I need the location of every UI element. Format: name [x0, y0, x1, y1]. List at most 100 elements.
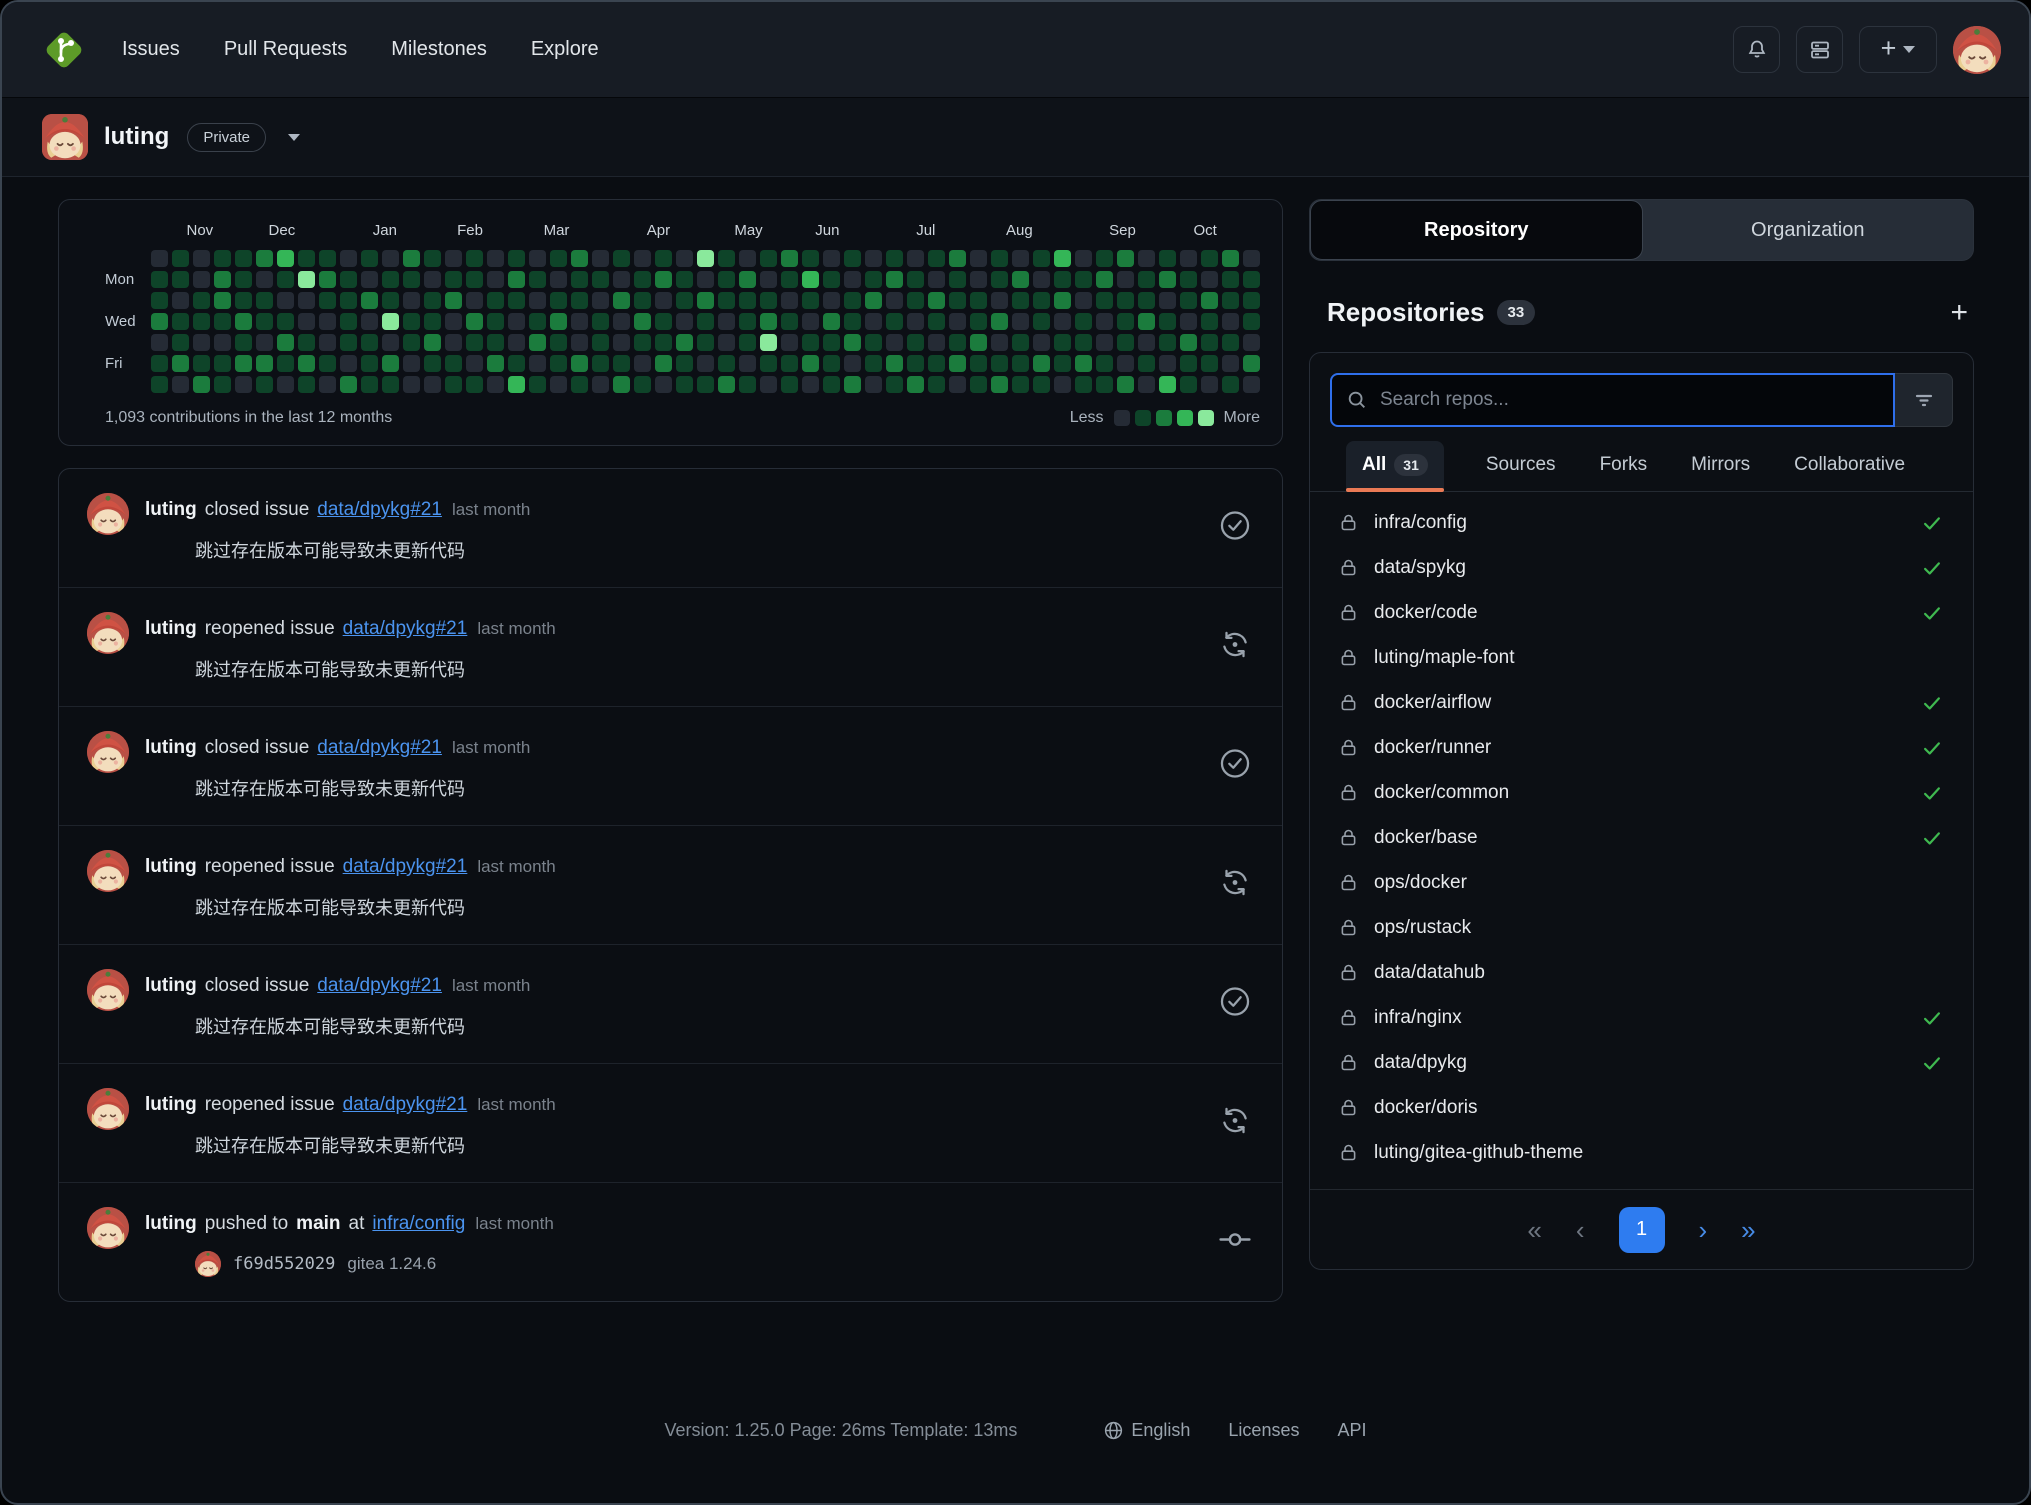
- heatmap-cell[interactable]: [1075, 292, 1092, 309]
- pagination-prev[interactable]: ‹: [1576, 1217, 1585, 1243]
- api-link[interactable]: API: [1337, 1420, 1366, 1441]
- heatmap-cell[interactable]: [865, 271, 882, 288]
- heatmap-cell[interactable]: [1222, 250, 1239, 267]
- heatmap-cell[interactable]: [403, 313, 420, 330]
- heatmap-cell[interactable]: [928, 250, 945, 267]
- heatmap-cell[interactable]: [1180, 271, 1197, 288]
- feed-target-link[interactable]: infra/config: [372, 1213, 465, 1234]
- heatmap-cell[interactable]: [1096, 355, 1113, 372]
- heatmap-cell[interactable]: [571, 313, 588, 330]
- heatmap-cell[interactable]: [970, 271, 987, 288]
- repo-name[interactable]: docker/runner: [1374, 737, 1491, 759]
- repo-list-item[interactable]: docker/code: [1310, 590, 1973, 635]
- heatmap-cell[interactable]: [382, 334, 399, 351]
- heatmap-cell[interactable]: [550, 250, 567, 267]
- heatmap-cell[interactable]: [697, 376, 714, 393]
- heatmap-cell[interactable]: [508, 313, 525, 330]
- heatmap-cell[interactable]: [760, 313, 777, 330]
- heatmap-cell[interactable]: [403, 355, 420, 372]
- heatmap-cell[interactable]: [739, 271, 756, 288]
- heatmap-cell[interactable]: [718, 376, 735, 393]
- heatmap-cell[interactable]: [1201, 334, 1218, 351]
- heatmap-cell[interactable]: [1075, 355, 1092, 372]
- pagination-first[interactable]: «: [1527, 1217, 1541, 1243]
- heatmap-cell[interactable]: [256, 355, 273, 372]
- heatmap-cell[interactable]: [991, 292, 1008, 309]
- heatmap-cell[interactable]: [613, 334, 630, 351]
- heatmap-cell[interactable]: [487, 292, 504, 309]
- heatmap-cell[interactable]: [550, 313, 567, 330]
- heatmap-cell[interactable]: [235, 355, 252, 372]
- heatmap-cell[interactable]: [802, 313, 819, 330]
- heatmap-cell[interactable]: [823, 250, 840, 267]
- heatmap-cell[interactable]: [172, 292, 189, 309]
- repo-list-item[interactable]: docker/airflow: [1310, 680, 1973, 725]
- heatmap-cell[interactable]: [193, 355, 210, 372]
- heatmap-cell[interactable]: [802, 334, 819, 351]
- heatmap-cell[interactable]: [823, 271, 840, 288]
- heatmap-cell[interactable]: [865, 250, 882, 267]
- language-selector[interactable]: English: [1103, 1420, 1190, 1441]
- feed-target-link[interactable]: data/dpykg#21: [343, 1094, 468, 1115]
- heatmap-cell[interactable]: [655, 313, 672, 330]
- heatmap-cell[interactable]: [718, 355, 735, 372]
- heatmap-cell[interactable]: [550, 292, 567, 309]
- heatmap-cell[interactable]: [928, 313, 945, 330]
- heatmap-cell[interactable]: [403, 250, 420, 267]
- heatmap-cell[interactable]: [844, 334, 861, 351]
- heatmap-cell[interactable]: [655, 271, 672, 288]
- heatmap-cell[interactable]: [655, 250, 672, 267]
- heatmap-cell[interactable]: [424, 376, 441, 393]
- heatmap-cell[interactable]: [571, 292, 588, 309]
- repo-filter-collaborative[interactable]: Collaborative: [1792, 441, 1907, 491]
- heatmap-cell[interactable]: [340, 313, 357, 330]
- heatmap-cell[interactable]: [844, 313, 861, 330]
- heatmap-cell[interactable]: [151, 376, 168, 393]
- heatmap-cell[interactable]: [613, 376, 630, 393]
- heatmap-cell[interactable]: [613, 355, 630, 372]
- heatmap-cell[interactable]: [907, 334, 924, 351]
- heatmap-cell[interactable]: [1033, 271, 1050, 288]
- heatmap-cell[interactable]: [1201, 355, 1218, 372]
- heatmap-cell[interactable]: [886, 376, 903, 393]
- heatmap-cell[interactable]: [1201, 271, 1218, 288]
- heatmap-cell[interactable]: [844, 292, 861, 309]
- heatmap-cell[interactable]: [508, 355, 525, 372]
- heatmap-cell[interactable]: [1075, 271, 1092, 288]
- heatmap-cell[interactable]: [424, 271, 441, 288]
- heatmap-cell[interactable]: [277, 313, 294, 330]
- heatmap-cell[interactable]: [760, 250, 777, 267]
- heatmap-cell[interactable]: [760, 292, 777, 309]
- heatmap-cell[interactable]: [1012, 334, 1029, 351]
- heatmap-cell[interactable]: [424, 334, 441, 351]
- heatmap-cell[interactable]: [508, 334, 525, 351]
- heatmap-cell[interactable]: [865, 334, 882, 351]
- repo-list-item[interactable]: docker/common: [1310, 770, 1973, 815]
- heatmap-cell[interactable]: [676, 271, 693, 288]
- heatmap-cell[interactable]: [1159, 271, 1176, 288]
- heatmap-cell[interactable]: [151, 250, 168, 267]
- heatmap-cell[interactable]: [1117, 250, 1134, 267]
- heatmap-cell[interactable]: [865, 376, 882, 393]
- repo-list-item[interactable]: docker/doris: [1310, 1085, 1973, 1130]
- pagination-last[interactable]: »: [1741, 1217, 1755, 1243]
- heatmap-cell[interactable]: [214, 250, 231, 267]
- heatmap-cell[interactable]: [193, 292, 210, 309]
- heatmap-cell[interactable]: [1138, 376, 1155, 393]
- heatmap-cell[interactable]: [802, 355, 819, 372]
- commit-author-avatar[interactable]: [195, 1251, 221, 1277]
- heatmap-cell[interactable]: [1012, 250, 1029, 267]
- heatmap-cell[interactable]: [466, 376, 483, 393]
- heatmap-cell[interactable]: [634, 313, 651, 330]
- heatmap-cell[interactable]: [1075, 313, 1092, 330]
- repo-name[interactable]: docker/common: [1374, 782, 1509, 804]
- heatmap-cell[interactable]: [676, 250, 693, 267]
- repo-filter-all[interactable]: All31: [1346, 441, 1444, 491]
- repo-name[interactable]: docker/code: [1374, 602, 1478, 624]
- heatmap-cell[interactable]: [1201, 250, 1218, 267]
- heatmap-cell[interactable]: [760, 355, 777, 372]
- heatmap-cell[interactable]: [1180, 292, 1197, 309]
- repo-filter-forks[interactable]: Forks: [1598, 441, 1650, 491]
- heatmap-cell[interactable]: [823, 334, 840, 351]
- heatmap-cell[interactable]: [697, 355, 714, 372]
